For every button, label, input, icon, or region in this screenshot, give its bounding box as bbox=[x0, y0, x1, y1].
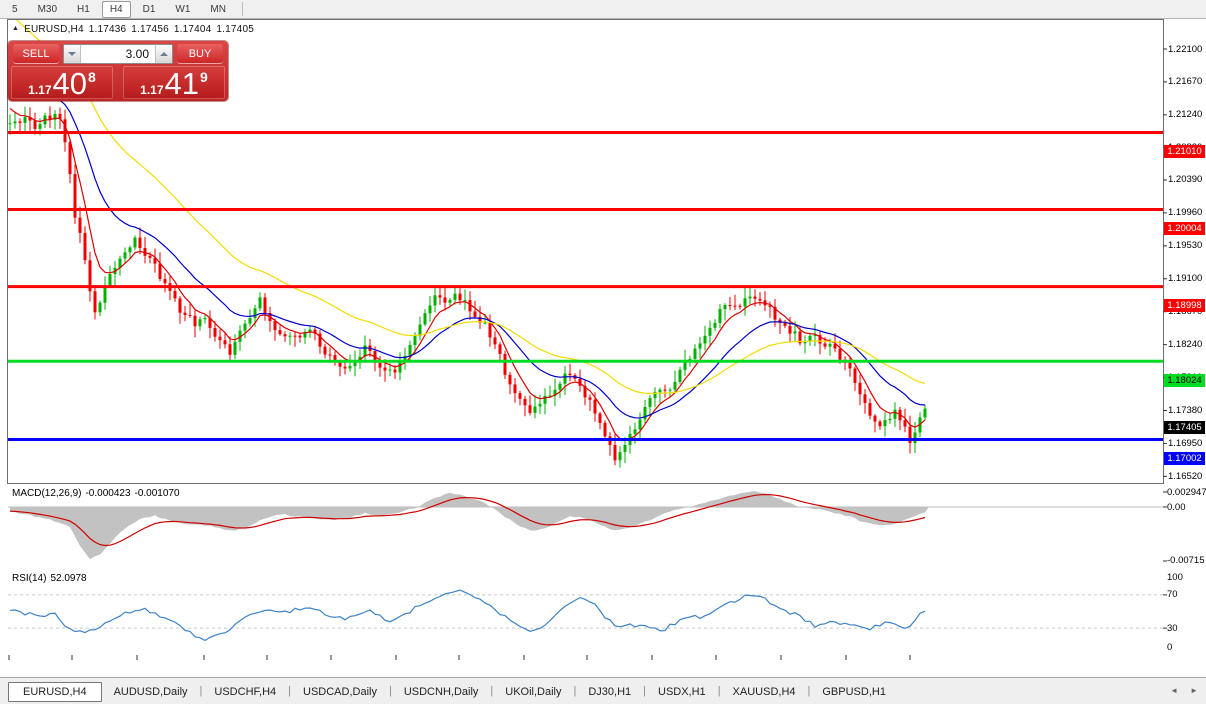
sell-button[interactable]: SELL bbox=[13, 44, 59, 63]
toolbar-separator bbox=[242, 2, 243, 16]
tab-gbpusd-h1[interactable]: GBPUSD,H1 bbox=[810, 683, 898, 701]
timeframe-toolbar: 5M30H1H4D1W1MN bbox=[0, 0, 1206, 19]
buy-price-prefix: 1.17 bbox=[140, 82, 163, 98]
sell-price-sup: 8 bbox=[88, 69, 96, 85]
rsi-axis-tick: 70 bbox=[1167, 589, 1178, 600]
timeframe-button-m30[interactable]: M30 bbox=[30, 1, 65, 18]
chart-tab-bar: EURUSD,H4AUDUSD,Daily|USDCHF,H4|USDCAD,D… bbox=[0, 677, 1206, 704]
triangle-down-icon bbox=[68, 52, 76, 56]
price-axis-tick: 1.21670 bbox=[1168, 76, 1202, 87]
volume-increase-button[interactable] bbox=[155, 45, 172, 63]
price-axis-tick: 1.22100 bbox=[1168, 44, 1202, 55]
buy-price-display[interactable]: 1.17419 bbox=[123, 66, 225, 99]
price-axis-tick: 1.18240 bbox=[1168, 339, 1202, 350]
ohlc-low: 1.17404 bbox=[174, 24, 212, 35]
sell-price-big: 40 bbox=[53, 69, 87, 98]
tab-xauusd-h4[interactable]: XAUUSD,H4 bbox=[721, 683, 808, 701]
price-axis-tick: 1.21240 bbox=[1168, 109, 1202, 120]
tab-audusd-daily[interactable]: AUDUSD,Daily bbox=[102, 683, 200, 701]
tab-usdx-h1[interactable]: USDX,H1 bbox=[646, 683, 718, 701]
tab-usdcad-daily[interactable]: USDCAD,Daily bbox=[291, 683, 389, 701]
rsi-axis-tick: 30 bbox=[1167, 623, 1178, 634]
level-price-badge: 1.17002 bbox=[1164, 452, 1205, 465]
tab-scroll-right-icon[interactable]: ► bbox=[1190, 686, 1198, 695]
volume-input[interactable] bbox=[81, 45, 155, 63]
sell-price-display[interactable]: 1.17408 bbox=[11, 66, 113, 99]
chart-collapse-icon[interactable]: ▲ bbox=[12, 25, 19, 32]
chart-title: ▲ EURUSD,H4 1.17436 1.17456 1.17404 1.17… bbox=[12, 24, 254, 35]
rsi-axis-tick: 100 bbox=[1167, 572, 1183, 583]
tab-ukoil-daily[interactable]: UKOil,Daily bbox=[493, 683, 573, 701]
tab-scroll-left-icon[interactable]: ◄ bbox=[1170, 686, 1178, 695]
buy-price-big: 41 bbox=[165, 69, 199, 98]
price-axis-tick: 1.19960 bbox=[1168, 207, 1202, 218]
timeframe-button-w1[interactable]: W1 bbox=[167, 1, 198, 18]
current-price-badge: 1.17405 bbox=[1164, 421, 1205, 434]
volume-decrease-button[interactable] bbox=[64, 45, 81, 63]
ohlc-open: 1.17436 bbox=[89, 24, 127, 35]
buy-price-sup: 9 bbox=[200, 69, 208, 85]
timeframe-button-h1[interactable]: H1 bbox=[69, 1, 98, 18]
level-price-badge: 1.18998 bbox=[1164, 299, 1205, 312]
macd-axis-tick: 0.002947 bbox=[1167, 487, 1206, 498]
sell-price-prefix: 1.17 bbox=[28, 82, 51, 98]
triangle-up-icon bbox=[160, 52, 168, 56]
price-axis-tick: 1.19530 bbox=[1168, 240, 1202, 251]
chart-window: ▲ EURUSD,H4 1.17436 1.17456 1.17404 1.17… bbox=[0, 19, 1206, 677]
volume-control bbox=[63, 44, 173, 64]
macd-axis-tick: -0.00715 bbox=[1167, 555, 1205, 566]
macd-label: MACD(12,26,9)-0.000423-0.001070 bbox=[12, 488, 184, 499]
tab-scroll-arrows: ◄ ► bbox=[1170, 686, 1198, 695]
timeframe-button-5[interactable]: 5 bbox=[4, 1, 26, 18]
ohlc-close: 1.17405 bbox=[216, 24, 254, 35]
price-axis-tick: 1.20390 bbox=[1168, 174, 1202, 185]
level-price-badge: 1.18024 bbox=[1164, 374, 1205, 387]
chart-canvas[interactable] bbox=[0, 19, 1206, 677]
ohlc-high: 1.17456 bbox=[131, 24, 169, 35]
macd-axis-tick: 0.00 bbox=[1167, 502, 1186, 513]
buy-button[interactable]: BUY bbox=[177, 44, 223, 63]
tab-usdchf-h4[interactable]: USDCHF,H4 bbox=[202, 683, 288, 701]
chart-symbol-timeframe: EURUSD,H4 bbox=[24, 24, 84, 35]
timeframe-button-mn[interactable]: MN bbox=[202, 1, 234, 18]
tab-eurusd-h4[interactable]: EURUSD,H4 bbox=[8, 682, 102, 702]
timeframe-button-d1[interactable]: D1 bbox=[135, 1, 164, 18]
level-price-badge: 1.20004 bbox=[1164, 222, 1205, 235]
tab-dj30-h1[interactable]: DJ30,H1 bbox=[576, 683, 643, 701]
price-axis-tick: 1.17380 bbox=[1168, 405, 1202, 416]
rsi-label: RSI(14)52.0978 bbox=[12, 573, 91, 584]
timeframe-button-h4[interactable]: H4 bbox=[102, 1, 131, 18]
rsi-axis-tick: 0 bbox=[1167, 642, 1172, 653]
tab-usdcnh-daily[interactable]: USDCNH,Daily bbox=[392, 683, 491, 701]
one-click-trading-panel: SELL BUY 1.17408 1.17419 bbox=[8, 41, 228, 101]
level-price-badge: 1.21010 bbox=[1164, 145, 1205, 158]
price-axis-tick: 1.16950 bbox=[1168, 438, 1202, 449]
price-axis-tick: 1.19100 bbox=[1168, 273, 1202, 284]
price-axis-tick: 1.16520 bbox=[1168, 471, 1202, 482]
